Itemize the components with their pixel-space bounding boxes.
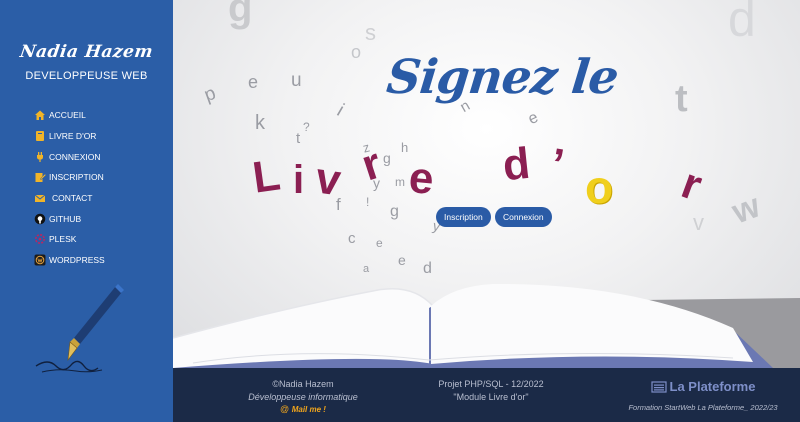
title-letter: L (249, 150, 284, 203)
wordpress-icon (34, 254, 46, 266)
decorative-letter: t (296, 130, 301, 147)
footer-school: La Plateforme Formation StartWeb La Plat… (613, 378, 793, 415)
decorative-letter: p (201, 82, 219, 107)
nav-label: LIVRE D'OR (49, 131, 97, 142)
github-icon (34, 213, 46, 225)
decorative-letter: g (383, 150, 391, 166)
book-icon (34, 130, 46, 142)
footer-project: Projet PHP/SQL - 12/2022 "Module Livre d… (401, 378, 581, 403)
fountain-pen-illustration (35, 284, 124, 373)
plesk-icon (34, 233, 46, 245)
footer-project-title: Projet PHP/SQL - 12/2022 (438, 379, 544, 389)
decorative-letter: ? (303, 120, 310, 134)
footer: ©Nadia Hazem Développeuse informatique @… (173, 368, 800, 422)
decorative-letter: ! (366, 195, 370, 209)
decorative-letter: h (401, 140, 409, 155)
plateforme-logo-icon (650, 381, 667, 393)
decorative-letter: e (398, 252, 406, 268)
hero-banner: g e u p k ? i o s e n t d w v t g h z y … (173, 0, 800, 368)
decorative-letter: t (675, 78, 688, 120)
decorative-letter: d (728, 0, 756, 47)
decorative-letter: s (365, 20, 376, 45)
brand-name: Nadia Hazem (18, 42, 155, 62)
nav-label: INSCRIPTION (49, 172, 104, 183)
footer-training: Formation StartWeb La Plateforme_ 2022/2… (628, 403, 778, 412)
signup-button[interactable]: Inscription (436, 207, 491, 227)
decorative-letter: g (390, 203, 399, 220)
nav-item-accueil[interactable]: ACCUEIL (34, 105, 105, 126)
footer-copyright: ©Nadia Hazem (272, 379, 334, 389)
decorative-letter: e (248, 72, 259, 92)
at-icon: @ (280, 404, 290, 414)
footer-role: Développeuse informatique (248, 391, 358, 402)
plateforme-link[interactable]: La Plateforme (670, 378, 756, 396)
title-letter: ’ (546, 139, 568, 190)
plug-icon (34, 151, 46, 163)
decorative-letter: v (693, 210, 704, 235)
decorative-letter: m (395, 175, 405, 189)
nav-label: GITHUB (49, 213, 82, 224)
title-letter: r (675, 158, 709, 211)
title-letter: o (585, 161, 614, 213)
nav-item-inscription[interactable]: INSCRIPTION (34, 167, 105, 188)
home-icon (34, 109, 46, 121)
decorative-letter: i (333, 100, 348, 121)
mail-icon (34, 192, 46, 204)
mail-me-link[interactable]: Mail me ! (292, 405, 326, 414)
decorative-letter: k (255, 112, 265, 134)
decorative-letter: o (351, 42, 362, 62)
hero-title-line1: Signez le (384, 50, 621, 105)
title-letter: d (500, 138, 533, 191)
decorative-letter: g (228, 0, 253, 30)
sidebar-nav: ACCUEIL LIVRE D'OR CONNEXION INSCRIPTION… (34, 105, 105, 271)
nav-item-wordpress[interactable]: WORDPRESS (34, 250, 105, 271)
brand-role: DEVELOPPEUSE WEB (25, 70, 148, 82)
login-button[interactable]: Connexion (495, 207, 552, 227)
nav-item-github[interactable]: GITHUB (34, 208, 105, 229)
decorative-letter: w (727, 186, 765, 232)
decorative-letter: e (376, 236, 383, 250)
nav-label: WORDPRESS (49, 255, 105, 266)
nav-item-contact[interactable]: CONTACT (34, 188, 105, 209)
nav-item-plesk[interactable]: PLESK (34, 229, 105, 250)
decorative-letter: e (525, 108, 541, 129)
open-book-illustration (173, 283, 800, 368)
nav-item-livre-dor[interactable]: LIVRE D'OR (34, 126, 105, 147)
decorative-letter: c (348, 230, 356, 247)
title-letter: e (406, 153, 436, 204)
nav-item-connexion[interactable]: CONNEXION (34, 146, 105, 167)
nav-label: PLESK (49, 234, 77, 245)
decorative-letter: u (291, 70, 302, 91)
nav-label: CONNEXION (49, 151, 101, 162)
footer-author: ©Nadia Hazem Développeuse informatique @… (213, 378, 393, 417)
nav-label: CONTACT (52, 193, 93, 204)
footer-module: "Module Livre d'or" (453, 391, 529, 402)
sidebar: Nadia Hazem DEVELOPPEUSE WEB ACCUEIL LIV… (0, 0, 173, 422)
edit-icon (34, 171, 46, 183)
title-letter: i (293, 158, 305, 202)
nav-label: ACCUEIL (49, 110, 86, 121)
